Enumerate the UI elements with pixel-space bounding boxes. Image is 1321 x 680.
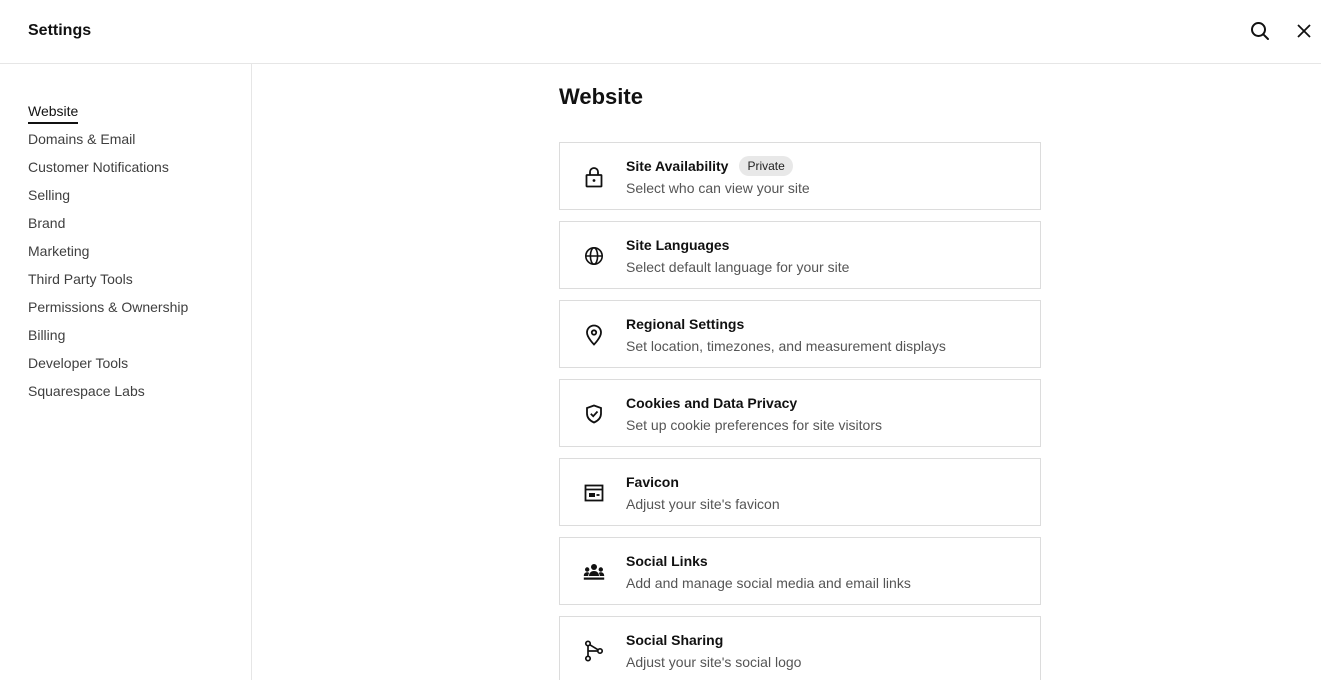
card-title: Social Sharing — [626, 632, 724, 648]
shield-check-icon — [586, 404, 602, 424]
social-links-card[interactable]: Social Links Add and manage social media… — [559, 537, 1041, 605]
sidebar-item-label: Permissions & Ownership — [28, 299, 189, 315]
card-title: Site Languages — [626, 237, 730, 253]
sidebar-item-brand[interactable]: Brand — [28, 213, 188, 241]
sidebar-item-customer-notifications[interactable]: Customer Notifications — [28, 157, 188, 185]
social-sharing-card[interactable]: Social Sharing Adjust your site's social… — [559, 616, 1041, 680]
sidebar-item-third-party-tools[interactable]: Third Party Tools — [28, 269, 188, 297]
sidebar-item-label: Brand — [28, 215, 66, 231]
card-title: Site Availability — [626, 158, 729, 174]
sidebar-item-label: Marketing — [28, 243, 90, 259]
sidebar-item-label: Customer Notifications — [28, 159, 169, 175]
card-title: Regional Settings — [626, 316, 745, 332]
settings-header: Settings — [0, 0, 1321, 64]
card-description: Select who can view your site — [626, 180, 810, 196]
card-description: Add and manage social media and email li… — [626, 575, 911, 591]
card-title: Favicon — [626, 474, 679, 490]
card-description: Set up cookie preferences for site visit… — [626, 417, 883, 433]
settings-card-list: Site Availability Private Select who can… — [559, 142, 1041, 680]
sidebar-item-marketing[interactable]: Marketing — [28, 241, 188, 269]
sidebar-item-label: Selling — [28, 187, 71, 203]
favicon-card[interactable]: Favicon Adjust your site's favicon — [559, 458, 1041, 526]
globe-icon — [585, 247, 603, 265]
search-icon — [1251, 22, 1269, 40]
sidebar-item-label: Squarespace Labs — [28, 383, 145, 399]
card-description: Select default language for your site — [626, 259, 850, 275]
regional-settings-card[interactable]: Regional Settings Set location, timezone… — [559, 300, 1041, 368]
card-title: Cookies and Data Privacy — [626, 395, 798, 411]
search-button[interactable] — [1248, 18, 1272, 44]
cookies-privacy-card[interactable]: Cookies and Data Privacy Set up cookie p… — [559, 379, 1041, 447]
sidebar-item-website[interactable]: Website — [28, 101, 188, 129]
settings-nav: Website Domains & Email Customer Notific… — [28, 101, 188, 409]
map-pin-icon — [586, 324, 602, 346]
page-title: Website — [559, 84, 643, 109]
sidebar-item-squarespace-labs[interactable]: Squarespace Labs — [28, 381, 188, 409]
close-button[interactable] — [1292, 18, 1316, 44]
status-badge: Private — [739, 156, 793, 176]
site-languages-card[interactable]: Site Languages Select default language f… — [559, 221, 1041, 289]
card-description: Adjust your site's social logo — [626, 654, 802, 670]
close-icon — [1297, 24, 1311, 38]
settings-title: Settings — [28, 22, 92, 39]
lock-icon — [585, 167, 603, 188]
sidebar-item-permissions-ownership[interactable]: Permissions & Ownership — [28, 297, 188, 325]
settings-main: Website Site Availability Private Select… — [252, 64, 1321, 680]
card-description: Set location, timezones, and measurement… — [626, 338, 946, 354]
sidebar-item-billing[interactable]: Billing — [28, 325, 188, 353]
settings-sidebar: Website Domains & Email Customer Notific… — [0, 64, 252, 680]
sidebar-item-label: Billing — [28, 327, 66, 343]
favicon-icon — [584, 484, 604, 502]
site-availability-card[interactable]: Site Availability Private Select who can… — [559, 142, 1041, 210]
sidebar-item-label: Website — [28, 101, 79, 124]
sidebar-item-domains-email[interactable]: Domains & Email — [28, 129, 188, 157]
sidebar-item-developer-tools[interactable]: Developer Tools — [28, 353, 188, 381]
card-description: Adjust your site's favicon — [626, 496, 780, 512]
card-title: Social Links — [626, 553, 708, 569]
sidebar-item-label: Developer Tools — [28, 355, 129, 371]
share-icon — [584, 640, 604, 662]
sidebar-item-label: Third Party Tools — [28, 271, 133, 287]
sidebar-item-selling[interactable]: Selling — [28, 185, 188, 213]
people-icon — [583, 564, 605, 580]
sidebar-item-label: Domains & Email — [28, 131, 136, 147]
